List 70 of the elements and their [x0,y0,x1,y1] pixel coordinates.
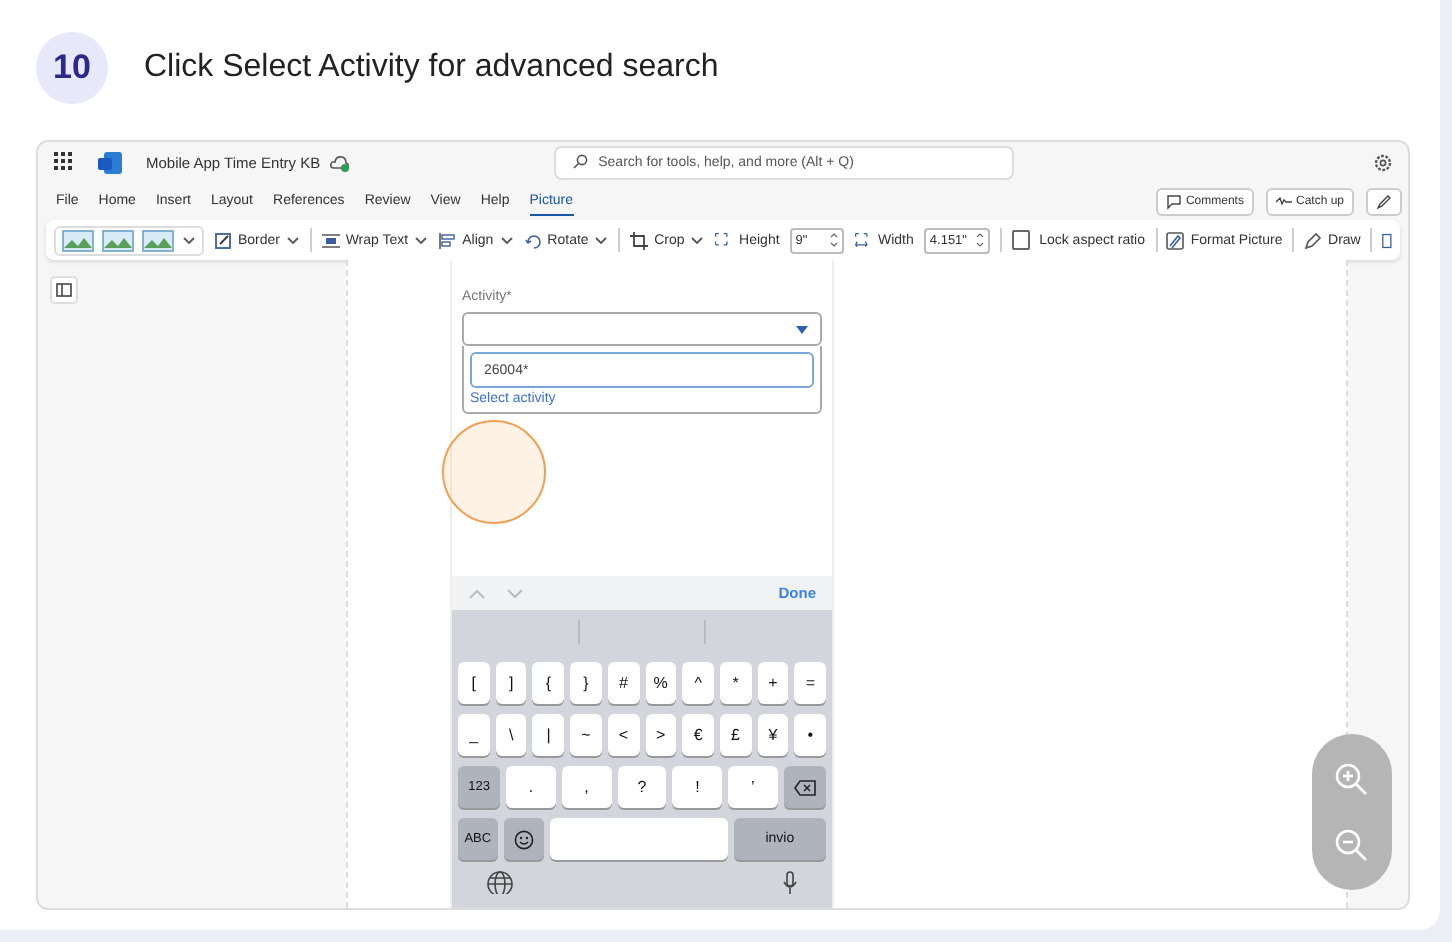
chevron-down-icon[interactable] [182,234,196,246]
zoom-out-icon [1334,827,1370,863]
keyboard-key[interactable]: ^ [682,662,714,704]
keyboard-key[interactable]: | [532,714,565,756]
keyboard-key[interactable]: > [645,714,677,756]
keyboard-key[interactable]: • [794,714,827,756]
chevron-down-icon [690,234,705,246]
zoom-in-icon [1334,761,1370,797]
keyboard-key[interactable]: * [719,662,752,704]
spinner-icon [976,232,985,248]
edit-button[interactable] [1366,187,1402,215]
picture-style-thumbnail[interactable] [142,229,174,251]
step-number-badge: 10 [36,32,108,104]
border-icon [214,231,232,249]
keyboard-key[interactable]: £ [719,714,752,756]
keyboard-key[interactable]: ! [672,766,723,808]
picture-style-thumbnail[interactable] [102,229,134,251]
activity-icon [1275,193,1292,209]
keyboard-key[interactable]: ? [617,766,667,808]
dropdown-field[interactable] [462,312,822,346]
step-title: Click Select Activity for advanced search [144,50,719,86]
comment-icon [1165,193,1182,209]
checkbox[interactable] [1012,230,1030,250]
app-launcher-icon[interactable] [54,152,74,172]
caret-icon [796,325,808,333]
align-icon [438,231,457,249]
width-icon [853,230,868,250]
panel-icon[interactable] [50,276,78,304]
wrap-text-icon [321,231,340,249]
keyboard-key[interactable]: # [607,662,640,704]
highlight-circle [442,420,546,524]
keyboard-key[interactable]: ] [495,662,527,704]
keyboard-key[interactable]: ’ [728,766,778,808]
keyboard-key[interactable]: € [682,714,714,756]
backspace-key[interactable] [783,766,826,808]
keyboard-key[interactable]: [ [458,662,490,704]
keyboard-key[interactable]: _ [458,714,490,756]
chevron-down-icon [286,234,301,246]
search-icon [572,154,589,170]
tool-icon[interactable] [1382,231,1393,249]
rotate-icon [523,231,542,249]
keyboard-key[interactable]: } [570,662,602,704]
keyboard-key[interactable]: % [645,662,677,704]
smiley-icon [513,829,534,849]
keyboard-key[interactable]: \ [495,714,527,756]
crop-icon [630,231,649,249]
keyboard-key[interactable]: { [532,662,565,704]
document-app-icon [98,151,122,173]
microphone-icon[interactable] [782,870,798,894]
keyboard-key[interactable]: , [561,766,612,808]
chevron-down-icon [414,234,429,246]
chevron-down-icon [594,234,609,246]
backspace-icon [793,779,816,795]
format-picture-icon [1166,231,1185,249]
picture-style-thumbnail[interactable] [62,229,94,251]
globe-icon[interactable] [486,870,514,894]
keyboard-key[interactable]: . [506,766,556,808]
keyboard-key[interactable]: = [794,662,827,704]
spinner-icon [829,232,838,248]
pen-icon [1304,231,1323,249]
keyboard-key[interactable]: ~ [570,714,602,756]
cloud-check-icon [330,153,351,171]
keyboard-key[interactable]: ¥ [757,714,789,756]
pencil-icon [1376,193,1392,209]
keyboard-key[interactable]: < [607,714,640,756]
chevron-down-icon [499,234,514,246]
settings-icon[interactable] [1374,153,1392,171]
emoji-key[interactable] [503,818,544,860]
keyboard-key[interactable]: + [757,662,789,704]
height-icon [714,230,730,250]
